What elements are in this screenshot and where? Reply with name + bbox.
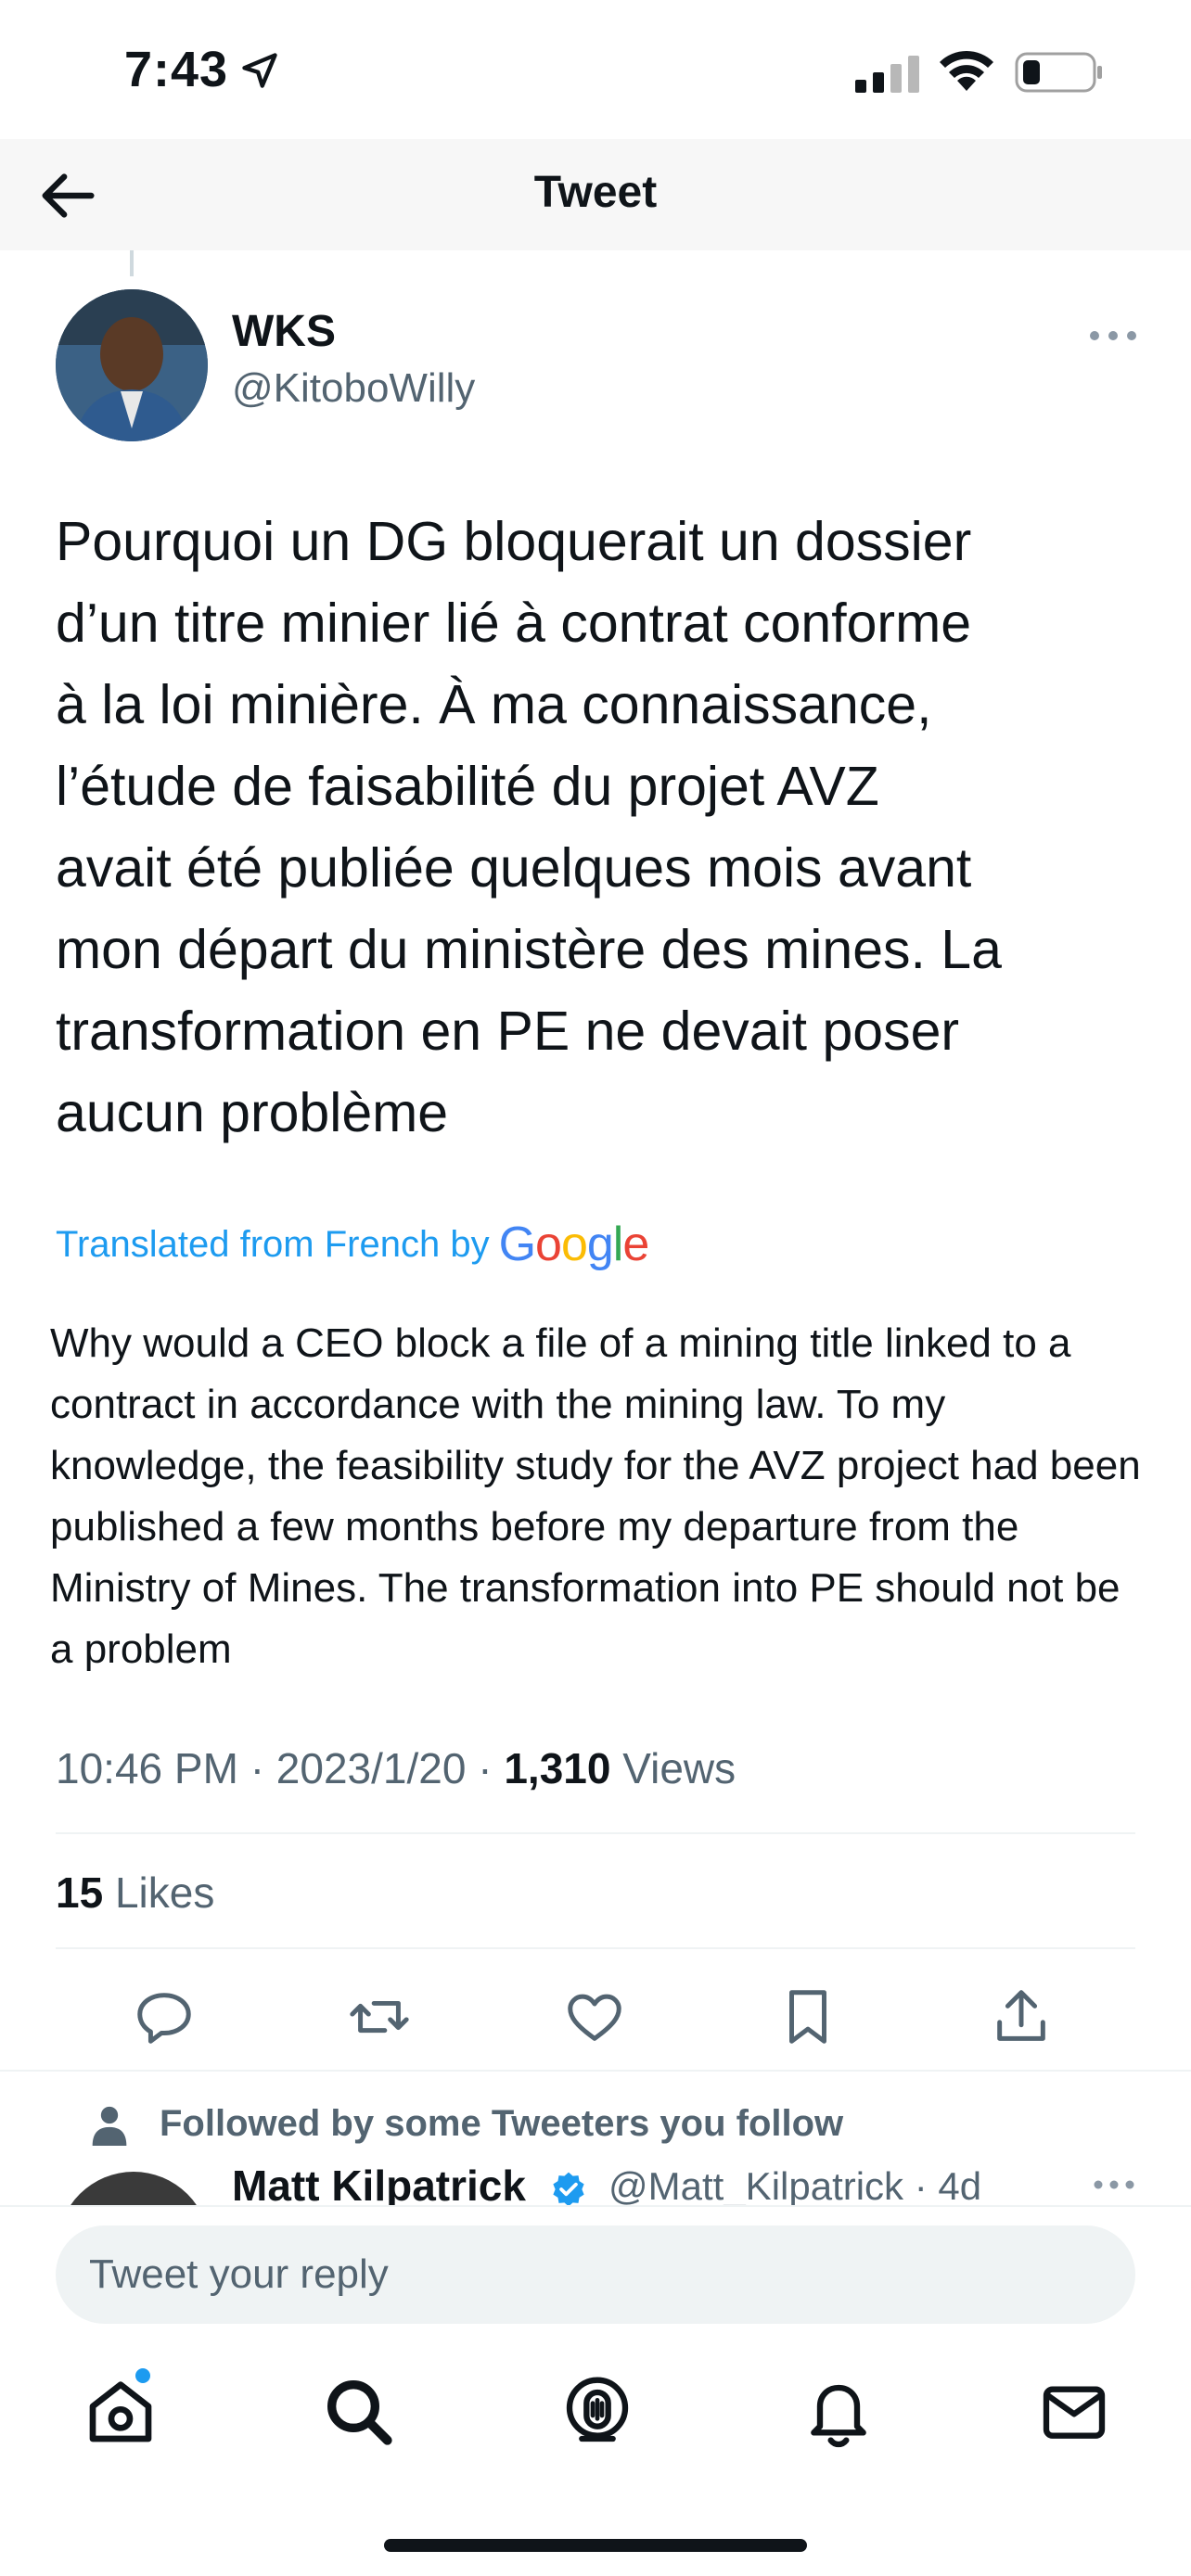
google-logo: Google xyxy=(498,1218,650,1271)
reply-composer xyxy=(0,2205,1191,2346)
tweet-actions xyxy=(0,1975,1191,2068)
author-handle[interactable]: @KitoboWilly xyxy=(232,365,475,412)
reply-input[interactable] xyxy=(56,2225,1135,2324)
translation-attribution[interactable]: Translated from French by Google xyxy=(56,1217,650,1272)
wifi-icon xyxy=(940,50,993,91)
bookmark-icon[interactable] xyxy=(775,1984,840,2049)
social-context: Followed by some Tweeters you follow xyxy=(92,2103,844,2146)
like-icon[interactable] xyxy=(562,1984,627,2049)
reply-age: 4d xyxy=(938,2164,982,2205)
home-icon[interactable] xyxy=(83,2374,158,2448)
divider xyxy=(56,1832,1135,1834)
tweet-meta: 10:46 PM · 2023/1/20 · 1,310 Views xyxy=(56,1743,736,1793)
notifications-icon[interactable] xyxy=(801,2374,876,2448)
status-time: 7:43 xyxy=(124,42,229,97)
views-label[interactable]: Views xyxy=(622,1744,736,1792)
likes-summary[interactable]: 15 Likes xyxy=(56,1868,214,1918)
person-icon xyxy=(92,2106,127,2146)
reply-icon[interactable] xyxy=(132,1984,197,2049)
likes-label: Likes xyxy=(114,1868,215,1917)
location-arrow-icon xyxy=(242,53,277,88)
followed-text: Followed by some Tweeters you follow xyxy=(160,2103,844,2144)
reply-author-avatar[interactable] xyxy=(58,2172,210,2205)
thread-connector xyxy=(130,250,134,276)
retweet-icon[interactable] xyxy=(347,1984,412,2049)
reply-author-name[interactable]: Matt Kilpatrick xyxy=(232,2161,588,2205)
likes-count: 15 xyxy=(56,1868,104,1917)
status-bar: 7:43 xyxy=(0,0,1191,139)
views-count: 1,310 xyxy=(504,1744,611,1792)
translated-label: Translated from French by xyxy=(56,1223,490,1265)
separator: · xyxy=(914,2164,928,2205)
separator: · xyxy=(250,1744,265,1792)
section-divider xyxy=(0,2070,1191,2072)
reply-author-handle: @Matt_Kilpatrick xyxy=(608,2164,904,2205)
cellular-signal-icon xyxy=(855,56,919,93)
translated-text: Why would a CEO block a file of a mining… xyxy=(50,1320,1141,1672)
page-title: Tweet xyxy=(533,168,658,217)
divider xyxy=(56,1947,1135,1949)
share-icon[interactable] xyxy=(989,1984,1054,2049)
avatar-image xyxy=(56,289,208,441)
reply-author-name-text: Matt Kilpatrick xyxy=(232,2162,526,2205)
tweet-time: 10:46 PM xyxy=(56,1744,238,1792)
separator: · xyxy=(478,1744,493,1792)
more-options-icon[interactable] xyxy=(1085,315,1141,356)
more-options-icon[interactable] xyxy=(1091,2175,1137,2194)
tweet-text: Pourquoi un DG bloquerait un dossier d’u… xyxy=(56,511,1002,1143)
spaces-icon[interactable] xyxy=(560,2374,634,2448)
author-avatar[interactable] xyxy=(56,289,208,441)
top-nav: Tweet xyxy=(0,139,1191,250)
reply-meta: @Matt_Kilpatrick · 4d xyxy=(608,2164,981,2205)
home-indicator[interactable] xyxy=(384,2539,807,2552)
reply-tweet-preview[interactable]: Matt Kilpatrick @Matt_Kilpatrick · 4d xyxy=(0,2161,1191,2205)
battery-icon xyxy=(1015,52,1102,93)
tweet-date: 2023/1/20 xyxy=(275,1744,467,1792)
author-name[interactable]: WKS xyxy=(232,306,336,357)
messages-icon[interactable] xyxy=(1037,2374,1111,2448)
verified-badge-icon xyxy=(553,2172,584,2205)
search-icon[interactable] xyxy=(321,2374,395,2448)
bottom-tab-bar xyxy=(0,2346,1191,2476)
